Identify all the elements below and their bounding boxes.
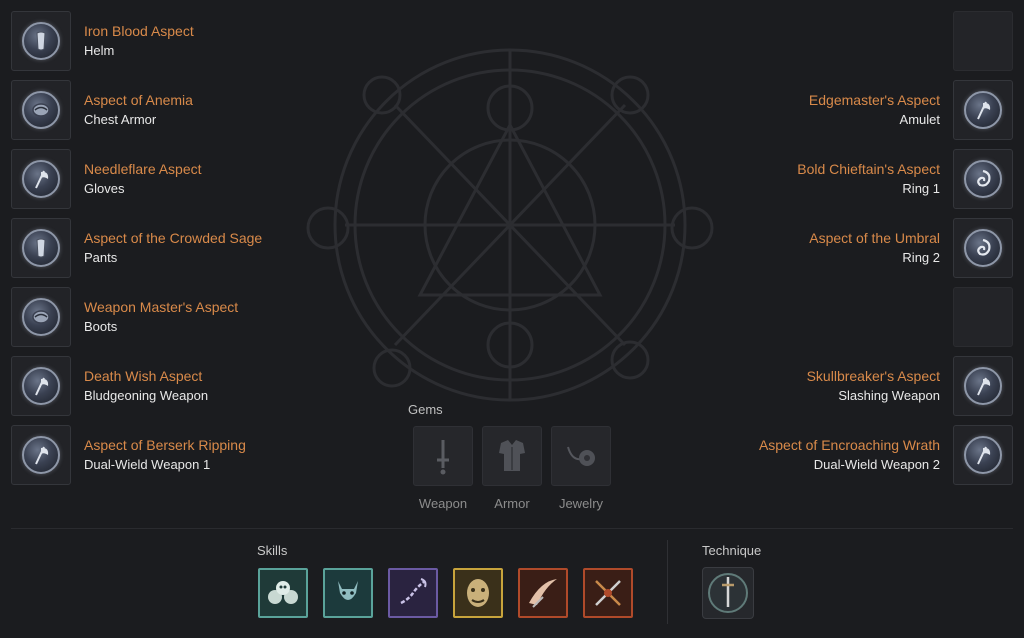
slot-gloves[interactable]: Needleflare Aspect Gloves bbox=[11, 149, 202, 209]
background-sigil-icon bbox=[306, 48, 714, 402]
sword-technique-icon bbox=[708, 573, 748, 613]
gloves-aspect-box[interactable] bbox=[11, 149, 71, 209]
aspect-name: Weapon Master's Aspect bbox=[84, 299, 239, 315]
gem-label: Weapon bbox=[418, 496, 468, 511]
gem-slot-box[interactable] bbox=[413, 426, 473, 486]
skill-demon[interactable] bbox=[323, 568, 373, 618]
ring-2-aspect-box[interactable] bbox=[953, 218, 1013, 278]
chest-aspect-icon bbox=[22, 298, 60, 336]
slot-pants[interactable]: Aspect of the Crowded Sage Pants bbox=[11, 218, 262, 278]
gem-jewelry[interactable]: Jewelry bbox=[551, 426, 611, 511]
slot-boots[interactable]: Weapon Master's Aspect Boots bbox=[11, 287, 238, 347]
skill-skulls[interactable] bbox=[258, 568, 308, 618]
aspect-name: Bold Chieftain's Aspect bbox=[797, 161, 940, 177]
skills-title: Skills bbox=[257, 543, 288, 558]
slot-amulet[interactable]: Edgemaster's Aspect Amulet bbox=[809, 80, 1013, 140]
axe-aspect-icon bbox=[22, 436, 60, 474]
amulet-gem-icon bbox=[567, 446, 595, 466]
aspect-name: Needleflare Aspect bbox=[84, 161, 202, 177]
helm-aspect-icon bbox=[22, 22, 60, 60]
chain-skill-icon bbox=[400, 578, 427, 605]
gem-slot-box[interactable] bbox=[551, 426, 611, 486]
aspect-name: Aspect of the Crowded Sage bbox=[84, 230, 263, 246]
sword-gem-icon bbox=[437, 440, 449, 475]
chest-aspect-box[interactable] bbox=[11, 80, 71, 140]
slot-empty-middle[interactable] bbox=[953, 287, 1013, 347]
gem-slot-box[interactable] bbox=[482, 426, 542, 486]
swirl-aspect-icon bbox=[964, 160, 1002, 198]
axe-aspect-icon bbox=[964, 91, 1002, 129]
boots-aspect-box[interactable] bbox=[11, 287, 71, 347]
slash-skill-icon bbox=[529, 579, 557, 608]
slot-empty-top[interactable] bbox=[953, 11, 1013, 71]
section-divider-vertical bbox=[667, 540, 668, 624]
amulet-aspect-box[interactable] bbox=[953, 80, 1013, 140]
slot-ring-1[interactable]: Bold Chieftain's Aspect Ring 1 bbox=[797, 149, 1013, 209]
aspect-name: Aspect of the Umbral bbox=[809, 230, 940, 246]
slot-helm[interactable]: Iron Blood Aspect Helm bbox=[11, 11, 194, 71]
gem-weapon[interactable]: Weapon bbox=[413, 426, 473, 511]
section-divider bbox=[11, 528, 1013, 529]
demon-skill-icon bbox=[338, 581, 358, 600]
axe-aspect-icon bbox=[22, 160, 60, 198]
gem-label: Jewelry bbox=[558, 496, 604, 511]
slot-name: Dual-Wield Weapon 1 bbox=[84, 457, 211, 472]
slot-dual-wield-weapon-1[interactable]: Aspect of Berserk Ripping Dual-Wield Wea… bbox=[11, 425, 246, 485]
slot-name: Gloves bbox=[84, 181, 125, 196]
slot-name: Pants bbox=[84, 250, 118, 265]
gems-title: Gems bbox=[408, 402, 443, 417]
technique-title: Technique bbox=[702, 543, 762, 558]
bludgeoning-aspect-box[interactable] bbox=[11, 356, 71, 416]
helm-aspect-icon bbox=[22, 229, 60, 267]
technique-slot[interactable] bbox=[702, 567, 754, 619]
skulls-skill-icon bbox=[268, 581, 298, 604]
slot-name: Bludgeoning Weapon bbox=[84, 388, 209, 403]
dual-wield-2-aspect-box[interactable] bbox=[953, 425, 1013, 485]
slot-name: Helm bbox=[84, 43, 115, 58]
dual-wield-1-aspect-box[interactable] bbox=[11, 425, 71, 485]
slot-slashing-weapon[interactable]: Skullbreaker's Aspect Slashing Weapon bbox=[807, 356, 1013, 416]
chest-aspect-icon bbox=[22, 91, 60, 129]
ring-1-aspect-box[interactable] bbox=[953, 149, 1013, 209]
slot-name: Ring 2 bbox=[902, 250, 940, 265]
slot-bludgeoning-weapon[interactable]: Death Wish Aspect Bludgeoning Weapon bbox=[11, 356, 208, 416]
skill-weapons[interactable] bbox=[583, 568, 633, 618]
slot-name: Dual-Wield Weapon 2 bbox=[813, 457, 940, 472]
slot-name: Boots bbox=[84, 319, 118, 334]
slot-name: Chest Armor bbox=[84, 112, 157, 127]
slot-dual-wield-weapon-2[interactable]: Aspect of Encroaching Wrath Dual-Wield W… bbox=[759, 425, 1013, 485]
aspect-name: Death Wish Aspect bbox=[84, 368, 203, 384]
axe-aspect-icon bbox=[964, 367, 1002, 405]
slot-name: Amulet bbox=[899, 112, 940, 127]
helm-aspect-box[interactable] bbox=[11, 11, 71, 71]
slot-ring-2[interactable]: Aspect of the Umbral Ring 2 bbox=[809, 218, 1013, 278]
aspect-name: Aspect of Anemia bbox=[84, 92, 193, 108]
weapons-skill-icon bbox=[595, 580, 621, 606]
slot-name: Ring 1 bbox=[902, 181, 940, 196]
aspect-name: Iron Blood Aspect bbox=[84, 23, 194, 39]
axe-aspect-icon bbox=[964, 436, 1002, 474]
swirl-aspect-icon bbox=[964, 229, 1002, 267]
slot-name: Slashing Weapon bbox=[838, 388, 940, 403]
pants-aspect-box[interactable] bbox=[11, 218, 71, 278]
skill-chain[interactable] bbox=[388, 568, 438, 618]
empty-slot-box[interactable] bbox=[953, 287, 1013, 347]
aspect-name: Aspect of Berserk Ripping bbox=[84, 437, 246, 453]
gem-label: Armor bbox=[494, 496, 530, 511]
axe-aspect-icon bbox=[22, 367, 60, 405]
aspect-name: Aspect of Encroaching Wrath bbox=[758, 437, 940, 453]
empty-slot-box[interactable] bbox=[953, 11, 1013, 71]
skill-slash[interactable] bbox=[518, 568, 568, 618]
mask-skill-icon bbox=[467, 579, 489, 607]
skill-mask[interactable] bbox=[453, 568, 503, 618]
aspect-name: Edgemaster's Aspect bbox=[808, 92, 940, 108]
slot-chest-armor[interactable]: Aspect of Anemia Chest Armor bbox=[11, 80, 193, 140]
aspect-name: Skullbreaker's Aspect bbox=[806, 368, 940, 384]
gem-armor[interactable]: Armor bbox=[482, 426, 542, 511]
slashing-aspect-box[interactable] bbox=[953, 356, 1013, 416]
armor-gem-icon bbox=[499, 440, 525, 471]
